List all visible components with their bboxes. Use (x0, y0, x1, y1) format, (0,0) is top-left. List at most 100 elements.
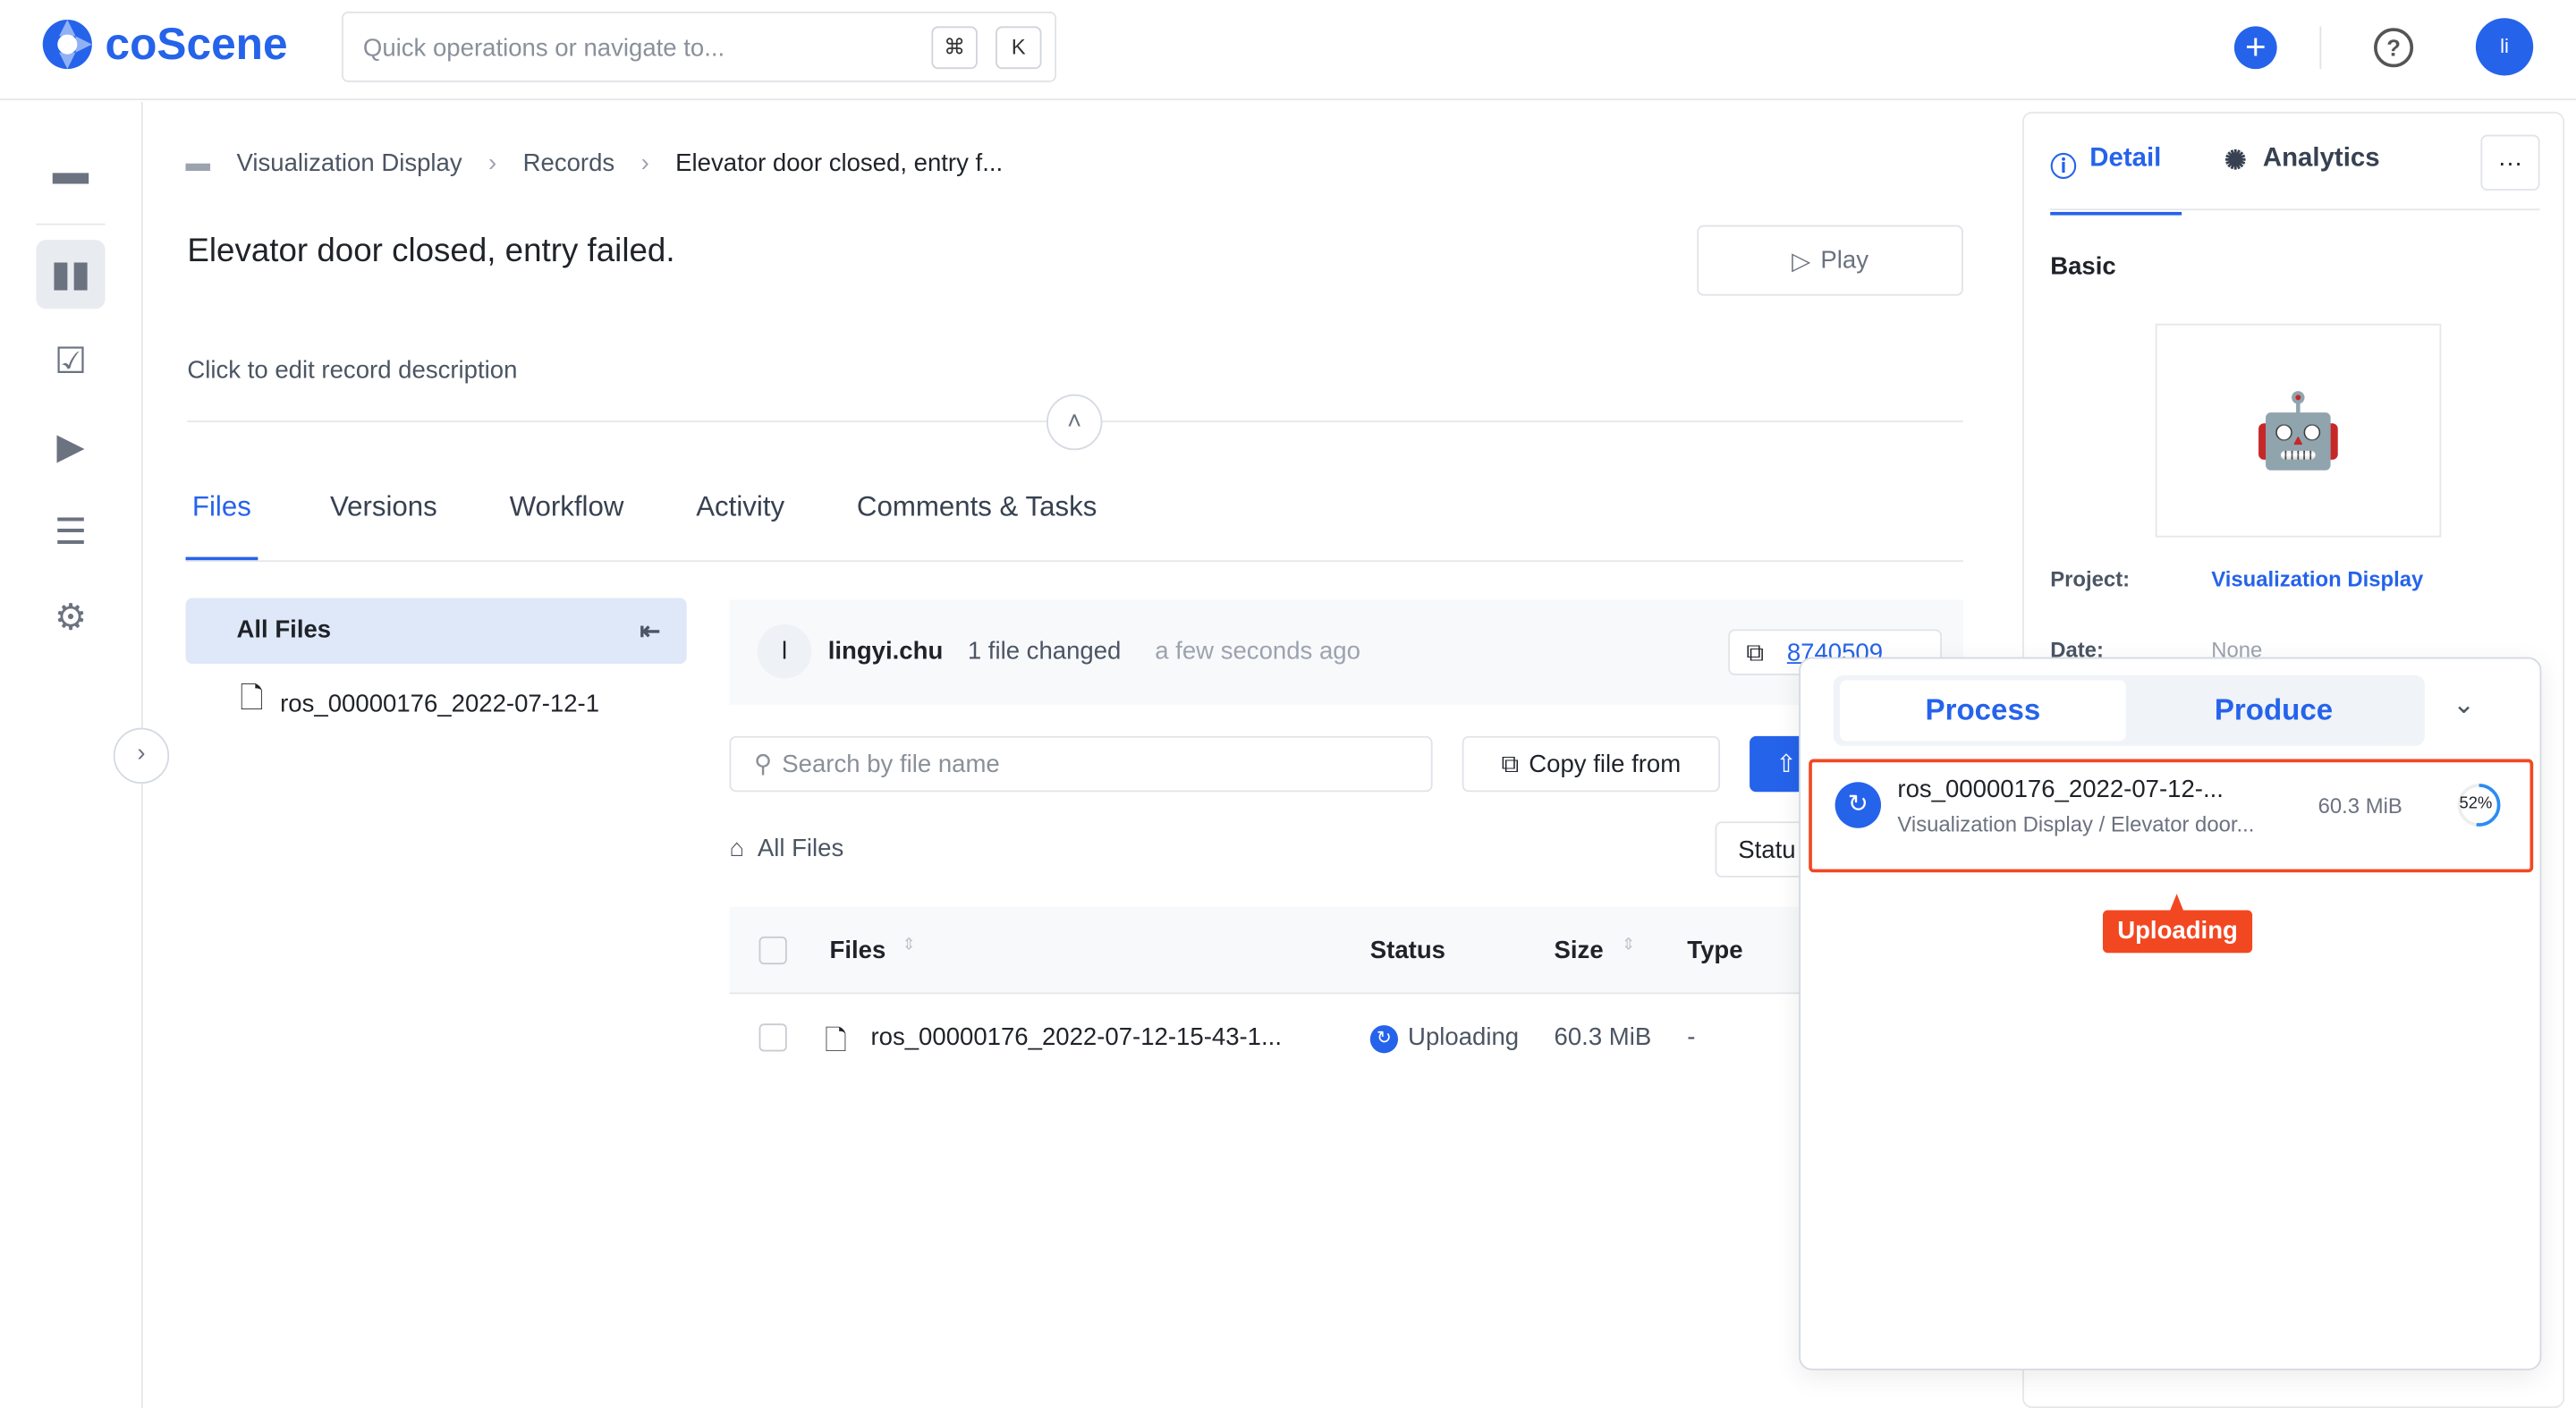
file-icon: 🗋 (240, 682, 264, 715)
cmd-key: ⌘ (931, 26, 978, 70)
col-size[interactable]: Size (1555, 937, 1604, 964)
tab-produce[interactable]: Produce (2129, 680, 2418, 741)
search-placeholder: Quick operations or navigate to... (362, 34, 725, 63)
tooltip-text: Uploading (2117, 916, 2238, 946)
brand-name: coScene (105, 19, 288, 69)
sort-icon[interactable]: ⇕ (1622, 937, 1635, 954)
select-all-checkbox[interactable] (758, 936, 787, 965)
commit-changes: 1 file changed (967, 637, 1122, 666)
top-bar: coScene Quick operations or navigate to.… (0, 0, 2576, 101)
breadcrumb: ▬ Visualization Display › Records › Elevat… (186, 149, 1004, 177)
status-filter-label: Statu (1738, 835, 1796, 864)
tasks-icon[interactable]: ☑ (36, 327, 105, 396)
tab-detail-label: Detail (2089, 144, 2162, 173)
project-label: Project: (2050, 566, 2131, 592)
info-icon: ⓘ (2050, 154, 2077, 182)
col-status: Status (1369, 936, 1446, 965)
file-search-placeholder: Search by file name (782, 750, 1000, 778)
project-link[interactable]: Visualization Display (2211, 567, 2423, 592)
copy-icon: ⧉ (1746, 638, 1765, 666)
logo[interactable]: coScene (39, 16, 288, 72)
robot-icon: 🤖 (2155, 323, 2442, 538)
folder-icon[interactable]: ▬ (36, 138, 105, 207)
file-type: - (1687, 1023, 1696, 1052)
tree-all-files[interactable]: All Files ⇤ (185, 598, 687, 665)
copy-file-label: Copy file from (1529, 750, 1682, 778)
avatar[interactable]: li (2475, 18, 2534, 76)
left-nav: ▬ ▮▮ ☑ ▶ ☰ ⚙ › (0, 101, 170, 1408)
upload-item[interactable]: ↻ ros_00000176_2022-07-12-... Visualizat… (1809, 759, 2534, 873)
all-files-label: All Files (757, 835, 844, 863)
help-icon[interactable]: ? (2374, 28, 2414, 68)
more-button[interactable]: ··· (2480, 134, 2540, 191)
file-size: 60.3 MiB (1554, 1023, 1652, 1052)
file-search-input[interactable]: ⚲ Search by file name (729, 735, 1433, 793)
breadcrumb-records[interactable]: Records (523, 149, 615, 177)
popup-segment: Process Produce (1833, 674, 2425, 746)
file-name[interactable]: ros_00000176_2022-07-12-15-43-1... (870, 1023, 1282, 1051)
gear-icon[interactable]: ⚙ (36, 583, 105, 652)
collapse-button[interactable]: ˄ (1046, 394, 1103, 451)
section-title: Basic (2050, 252, 2116, 282)
divider (185, 560, 1963, 563)
quick-search-input[interactable]: Quick operations or navigate to... ⌘ K (342, 11, 1056, 82)
divider (2319, 26, 2322, 70)
copy-add-icon: ⧉ (1501, 750, 1520, 778)
upload-size: 60.3 MiB (2318, 793, 2402, 819)
table-header (729, 906, 1814, 995)
k-key: K (996, 26, 1042, 70)
divider (2050, 208, 2540, 211)
folder-icon: ▬ (185, 149, 211, 178)
divider (36, 223, 106, 225)
tab-workflow[interactable]: Workflow (473, 477, 660, 561)
search-icon: ⚲ (754, 751, 773, 779)
tab-process[interactable]: Process (1840, 680, 2126, 742)
upload-popup: Process Produce ⌄ ↻ ros_00000176_2022-07… (1799, 657, 2542, 1370)
table-row[interactable]: 🗋 ros_00000176_2022-07-12-15-43-1... ↻ U… (729, 996, 1813, 1081)
collapse-tree-icon[interactable]: ⇤ (640, 616, 660, 646)
upload-path: Visualization Display / Elevator door... (1897, 811, 2255, 836)
tree-file-label: ros_00000176_2022-07-12-1 (280, 689, 600, 717)
sync-icon: ↻ (1369, 1025, 1399, 1054)
page-title: Elevator door closed, entry failed. (187, 233, 675, 270)
record-description[interactable]: Click to edit record description (187, 357, 517, 385)
play-icon: ▷ (1792, 247, 1811, 276)
tooltip-arrow (2170, 894, 2183, 911)
add-button[interactable]: + (2233, 26, 2277, 70)
chevron-down-icon[interactable]: ⌄ (2453, 689, 2475, 722)
breadcrumb-current: Elevator door closed, entry f... (675, 149, 1004, 178)
row-checkbox[interactable] (758, 1023, 787, 1052)
chevron-right-icon: › (488, 149, 497, 178)
tab-versions[interactable]: Versions (294, 477, 474, 561)
records-icon[interactable]: ▮▮ (36, 240, 106, 310)
play-button[interactable]: ▷ Play (1697, 225, 1963, 296)
expand-nav-button[interactable]: › (113, 727, 170, 785)
sort-icon[interactable]: ⇕ (902, 937, 915, 954)
copy-file-from-button[interactable]: ⧉ Copy file from (1462, 735, 1721, 793)
record-tabs: Files Versions Workflow Activity Comment… (185, 477, 1133, 561)
commit-user: lingyi.chu (827, 637, 944, 666)
commit-time: a few seconds ago (1155, 637, 1360, 666)
uploading-tooltip: Uploading (2102, 894, 2253, 954)
tab-files[interactable]: Files (185, 477, 258, 561)
progress-label: 52% (2459, 794, 2493, 814)
tab-activity[interactable]: Activity (660, 477, 821, 561)
col-type: Type (1687, 936, 1743, 965)
tab-analytics-label: Analytics (2262, 144, 2380, 173)
all-files-breadcrumb[interactable]: ⌂ All Files (729, 835, 843, 862)
breadcrumb-project[interactable]: Visualization Display (236, 149, 462, 177)
play-icon[interactable]: ▶ (36, 412, 105, 481)
tree-file[interactable]: 🗋 ros_00000176_2022-07-12-1 (240, 679, 599, 728)
analytics-icon: ✺ (2224, 148, 2247, 176)
archive-icon[interactable]: ☰ (36, 498, 105, 567)
commit-avatar: l (757, 623, 812, 679)
chevron-right-icon: › (640, 149, 649, 178)
tab-comments-tasks[interactable]: Comments & Tasks (821, 477, 1133, 561)
logo-icon (42, 20, 92, 70)
upload-file-name: ros_00000176_2022-07-12-... (1897, 775, 2224, 804)
home-icon: ⌂ (729, 835, 745, 863)
tab-analytics[interactable]: ✺ Analytics (2224, 145, 2380, 178)
col-files[interactable]: Files (830, 937, 886, 964)
tab-detail[interactable]: ⓘ Detail (2050, 145, 2182, 216)
file-status: Uploading (1408, 1023, 1520, 1052)
